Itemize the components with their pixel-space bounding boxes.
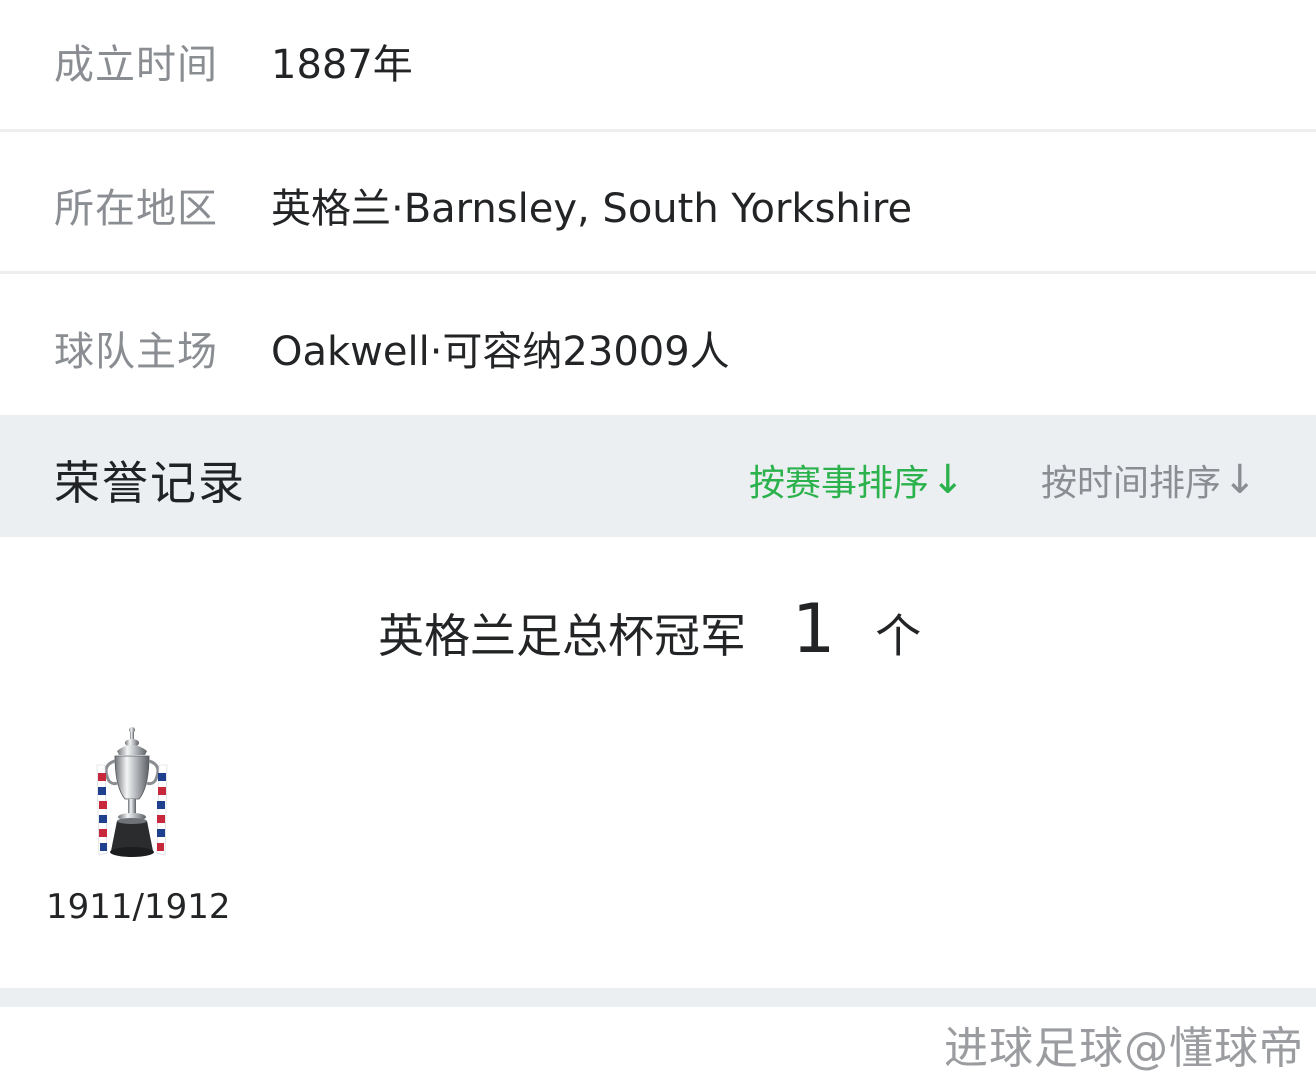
competition-name: 英格兰足总杯冠军 bbox=[378, 609, 746, 663]
trophy-summary: 英格兰足总杯冠军 1 个 bbox=[378, 590, 921, 669]
arrow-down-icon: ↓ bbox=[1223, 457, 1257, 503]
honors-title: 荣誉记录 bbox=[54, 456, 246, 510]
stadium-row: 球队主场 Oakwell·可容纳23009人 bbox=[0, 274, 1316, 415]
region-value: 英格兰·Barnsley, South Yorkshire bbox=[271, 186, 913, 232]
sort-by-event-button[interactable]: 按赛事排序 ↓ bbox=[749, 454, 965, 506]
sort-by-time-button[interactable]: 按时间排序 ↓ bbox=[1041, 454, 1257, 506]
region-row: 所在地区 英格兰·Barnsley, South Yorkshire bbox=[0, 132, 1316, 271]
trophy-season: 1911/1912 bbox=[46, 887, 231, 927]
founded-label: 成立时间 bbox=[54, 42, 218, 88]
arrow-down-icon: ↓ bbox=[931, 457, 965, 503]
founded-value: 1887年 bbox=[271, 42, 413, 88]
sort-by-time-label: 按时间排序 bbox=[1041, 463, 1222, 504]
trophy-unit: 个 bbox=[875, 609, 922, 663]
trophy-item[interactable]: 1911/1912 bbox=[46, 725, 231, 927]
stadium-label: 球队主场 bbox=[54, 329, 218, 375]
section-divider bbox=[0, 988, 1316, 1007]
sort-by-event-label: 按赛事排序 bbox=[749, 463, 930, 504]
team-info-page: 成立时间 1887年 所在地区 英格兰·Barnsley, South York… bbox=[0, 0, 1316, 1073]
watermark: 进球足球@懂球帝 bbox=[944, 1023, 1304, 1073]
stadium-value: Oakwell·可容纳23009人 bbox=[271, 329, 730, 375]
founded-row: 成立时间 1887年 bbox=[0, 0, 1316, 129]
trophy-count: 1 bbox=[792, 590, 836, 669]
fa-cup-trophy-icon bbox=[96, 727, 168, 857]
region-label: 所在地区 bbox=[54, 186, 218, 232]
